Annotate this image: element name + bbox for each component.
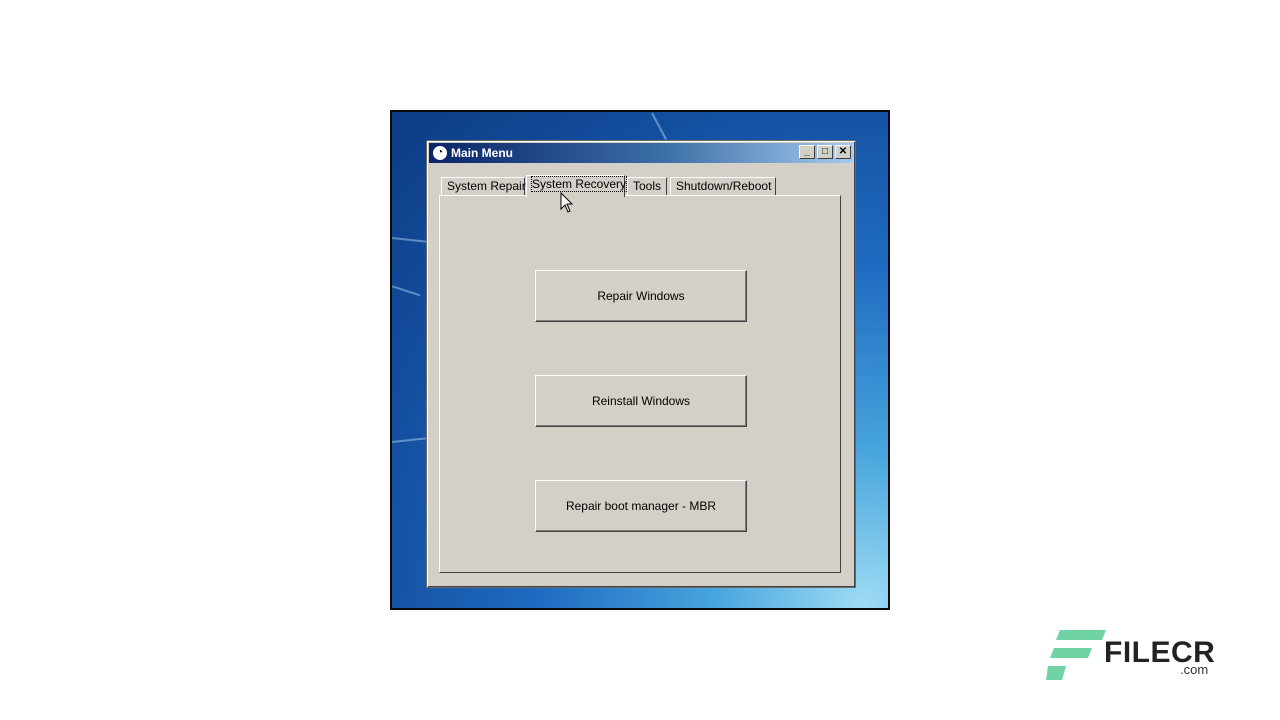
tab-shutdown-reboot[interactable]: Shutdown/Reboot <box>670 177 776 195</box>
window-title: Main Menu <box>451 146 513 160</box>
tab-system-recovery[interactable]: System Recovery <box>526 175 628 197</box>
desktop-screenshot: ◔ Main Menu _ □ ✕ System Repair System R… <box>390 110 890 610</box>
reinstall-windows-button[interactable]: Reinstall Windows <box>535 375 747 427</box>
app-icon: ◔ <box>433 146 447 160</box>
minimize-button[interactable]: _ <box>799 145 815 159</box>
wallpaper-streak <box>392 282 421 297</box>
wallpaper-streak <box>651 112 667 140</box>
filecr-domain-suffix: .com <box>1180 662 1209 677</box>
tab-label: System Recovery <box>530 176 628 192</box>
wallpaper-streak <box>392 437 426 444</box>
tab-label: Tools <box>633 179 662 193</box>
tab-panel-system-recovery: Repair Windows Reinstall Windows Repair … <box>439 195 841 573</box>
tab-label: System Repair <box>447 179 526 193</box>
tab-label: Shutdown/Reboot <box>676 179 772 193</box>
repair-boot-manager-button[interactable]: Repair boot manager - MBR <box>535 480 747 532</box>
title-bar[interactable]: ◔ Main Menu _ □ ✕ <box>429 143 853 163</box>
tab-system-repair[interactable]: System Repair <box>441 177 526 195</box>
main-menu-window: ◔ Main Menu _ □ ✕ System Repair System R… <box>426 140 856 588</box>
filecr-logo-icon <box>1046 630 1106 680</box>
close-button[interactable]: ✕ <box>835 145 851 159</box>
tab-tools[interactable]: Tools <box>627 177 667 195</box>
filecr-watermark: FILECR .com <box>1046 628 1216 684</box>
repair-windows-button[interactable]: Repair Windows <box>535 270 747 322</box>
mouse-pointer-icon <box>560 192 574 213</box>
maximize-button[interactable]: □ <box>817 145 833 159</box>
